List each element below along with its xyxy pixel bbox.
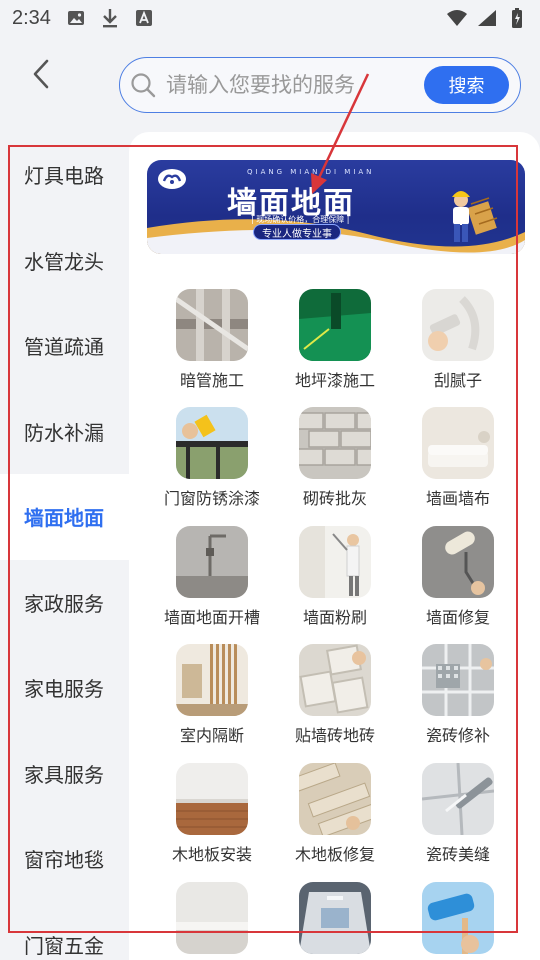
back-button[interactable] — [24, 56, 58, 96]
sidebar-item-label: 窗帘地毯 — [24, 848, 104, 873]
service-thumbnail — [422, 763, 494, 835]
service-tile-brick-plaster[interactable]: 砌砖批灰 — [273, 407, 397, 509]
sidebar-item-label: 家政服务 — [24, 591, 104, 616]
service-label: 瓷砖修补 — [425, 726, 490, 745]
service-tile[interactable] — [396, 882, 520, 960]
search-button[interactable]: 搜索 — [424, 66, 509, 104]
service-thumbnail — [299, 289, 371, 361]
service-label: 墙面粉刷 — [302, 608, 367, 627]
sidebar-item-label: 管道疏通 — [24, 335, 104, 360]
category-banner[interactable]: QIANG MIAN DI MIAN 墙面地面 | 现场确认价格，合理保障 | … — [147, 160, 525, 254]
sidebar-item-furniture[interactable]: 家具服务 — [0, 731, 129, 817]
service-tile-partition[interactable]: 室内隔断 — [150, 644, 274, 746]
service-label: 刮腻子 — [433, 371, 482, 390]
service-label: 暗管施工 — [179, 371, 244, 390]
service-tile-tile-grout[interactable]: 瓷砖美缝 — [396, 763, 520, 865]
sidebar-item-walls-floors[interactable]: 墙面地面 — [0, 474, 129, 560]
service-thumbnail — [176, 289, 248, 361]
service-tile[interactable] — [273, 882, 397, 960]
service-label: 墙面地面开槽 — [163, 608, 260, 627]
service-tile-tile-repair[interactable]: 瓷砖修补 — [396, 644, 520, 746]
download-icon — [99, 7, 121, 29]
service-label: 墙画墙布 — [425, 489, 490, 508]
service-tile-wall-painting[interactable]: 墙面粉刷 — [273, 526, 397, 628]
service-label: 砌砖批灰 — [302, 489, 367, 508]
service-label: 木地板修复 — [294, 845, 375, 864]
service-content-panel: QIANG MIAN DI MIAN 墙面地面 | 现场确认价格，合理保障 | … — [129, 132, 540, 960]
status-bar: 2:34 — [0, 0, 540, 36]
sidebar-item-plumbing-faucets[interactable]: 水管龙头 — [0, 218, 129, 304]
service-label: 瓷砖美缝 — [425, 845, 490, 864]
service-label: 室内隔断 — [179, 726, 244, 745]
service-label: 贴墙砖地砖 — [294, 726, 375, 745]
status-time: 2:34 — [12, 6, 51, 29]
service-thumbnail — [176, 526, 248, 598]
service-tile-wall-slotting[interactable]: 墙面地面开槽 — [150, 526, 274, 628]
sidebar-item-lighting-circuits[interactable]: 灯具电路 — [0, 132, 129, 218]
category-sidebar: 灯具电路 水管龙头 管道疏通 防水补漏 墙面地面 家政服务 家电服务 家具服务 … — [0, 132, 129, 960]
service-thumbnail — [422, 526, 494, 598]
sidebar-item-label: 防水补漏 — [24, 420, 104, 445]
worker-illustration — [441, 180, 501, 246]
sidebar-item-label: 水管龙头 — [24, 249, 104, 274]
sidebar-item-label: 灯具电路 — [24, 164, 104, 189]
sidebar-item-waterproofing[interactable]: 防水补漏 — [0, 389, 129, 475]
battery-charging-icon — [506, 7, 528, 29]
service-thumbnail — [422, 289, 494, 361]
service-thumbnail — [422, 882, 494, 954]
service-thumbnail — [299, 882, 371, 954]
font-a-icon — [133, 7, 155, 29]
sidebar-item-appliances[interactable]: 家电服务 — [0, 645, 129, 731]
wifi-icon — [446, 7, 468, 29]
service-thumbnail — [299, 526, 371, 598]
sidebar-item-door-window-hardware[interactable]: 门窗五金 — [0, 902, 129, 960]
banner-pinyin: QIANG MIAN DI MIAN — [247, 168, 375, 176]
service-thumbnail — [176, 763, 248, 835]
service-thumbnail — [299, 644, 371, 716]
service-tile-rustproof-paint[interactable]: 门窗防锈涂漆 — [150, 407, 274, 509]
service-tile-tiling[interactable]: 贴墙砖地砖 — [273, 644, 397, 746]
service-thumbnail — [422, 644, 494, 716]
service-tile-wallcovering[interactable]: 墙画墙布 — [396, 407, 520, 509]
sidebar-item-curtains-carpets[interactable]: 窗帘地毯 — [0, 816, 129, 902]
service-tile-concealed-pipe[interactable]: 暗管施工 — [150, 289, 274, 391]
sidebar-item-drain-unclogging[interactable]: 管道疏通 — [0, 303, 129, 389]
service-label: 地坪漆施工 — [294, 371, 375, 390]
chevron-left-icon — [31, 58, 51, 94]
service-label: 木地板安装 — [171, 845, 252, 864]
sidebar-item-label: 墙面地面 — [24, 506, 104, 531]
service-tile-wall-repair[interactable]: 墙面修复 — [396, 526, 520, 628]
search-icon — [128, 70, 158, 100]
sidebar-item-label: 家电服务 — [24, 677, 104, 702]
service-thumbnail — [176, 407, 248, 479]
service-tile-putty[interactable]: 刮腻子 — [396, 289, 520, 391]
service-thumbnail — [176, 644, 248, 716]
search-box: 搜索 — [119, 57, 521, 113]
service-thumbnail — [299, 763, 371, 835]
service-tile-wood-floor-repair[interactable]: 木地板修复 — [273, 763, 397, 865]
brand-logo-icon — [157, 168, 187, 190]
sidebar-item-label: 门窗五金 — [24, 933, 104, 958]
signal-icon — [476, 7, 498, 29]
sidebar-item-housekeeping[interactable]: 家政服务 — [0, 560, 129, 646]
image-icon — [65, 7, 87, 29]
service-thumbnail — [299, 407, 371, 479]
service-tile[interactable] — [150, 882, 274, 960]
service-label: 墙面修复 — [425, 608, 490, 627]
service-thumbnail — [422, 407, 494, 479]
banner-tagline: 专业人做专业事 — [253, 224, 341, 240]
service-label: 门窗防锈涂漆 — [163, 489, 260, 508]
service-thumbnail — [176, 882, 248, 954]
sidebar-item-label: 家具服务 — [24, 762, 104, 787]
service-tile-wood-floor-install[interactable]: 木地板安装 — [150, 763, 274, 865]
service-tile-floor-paint[interactable]: 地坪漆施工 — [273, 289, 397, 391]
